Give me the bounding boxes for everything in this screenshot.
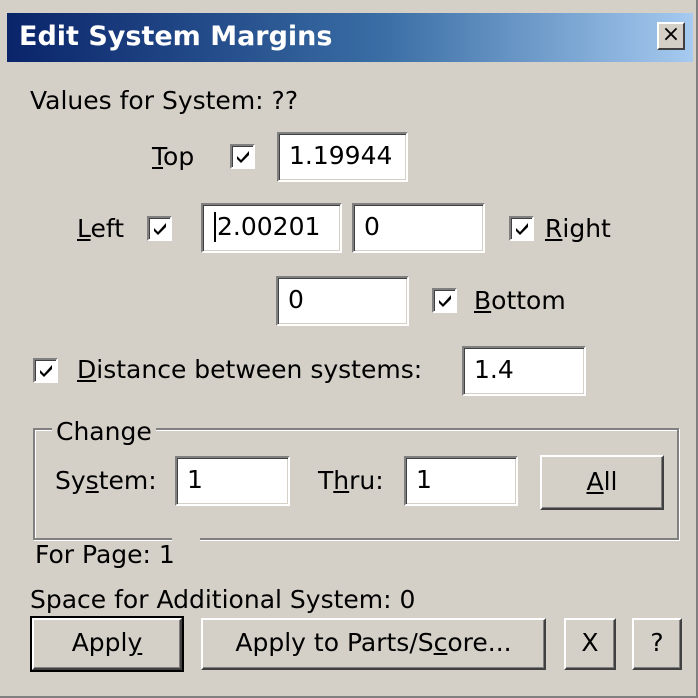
apply-to-parts-score-button[interactable]: Apply to Parts/Score... xyxy=(201,618,546,670)
title-bar[interactable]: Edit System Margins × xyxy=(7,13,693,62)
edit-system-margins-dialog: Edit System Margins × Values for System:… xyxy=(0,0,698,698)
bottom-checkbox[interactable] xyxy=(432,288,457,313)
values-for-system-label: Values for System: xyxy=(30,86,264,115)
for-page-row: For Page: 1 xyxy=(35,538,175,572)
additional-system-value: 0 xyxy=(399,585,416,614)
cancel-button[interactable]: X xyxy=(564,618,616,670)
right-label: Right xyxy=(545,214,611,243)
change-group-legend: Change xyxy=(52,416,156,448)
top-margin-input[interactable]: 1.19944 xyxy=(277,132,408,182)
all-systems-button[interactable]: All xyxy=(540,455,664,510)
group-border-gap xyxy=(172,532,200,546)
distance-checkbox[interactable] xyxy=(33,358,58,383)
checkmark-icon xyxy=(439,295,451,307)
for-page-value: 1 xyxy=(158,540,175,569)
top-checkbox[interactable] xyxy=(230,144,255,169)
distance-between-systems-input[interactable]: 1.4 xyxy=(462,346,586,396)
help-button[interactable]: ? xyxy=(632,618,682,670)
text-caret xyxy=(214,212,216,242)
right-margin-input[interactable]: 0 xyxy=(352,203,485,253)
values-for-system-row: Values for System: ?? xyxy=(30,84,298,118)
system-thru-input[interactable]: 1 xyxy=(404,456,518,506)
top-label: Top xyxy=(152,142,195,171)
right-checkbox[interactable] xyxy=(509,216,534,241)
left-checkbox[interactable] xyxy=(147,216,172,241)
bottom-margin-input[interactable]: 0 xyxy=(276,276,409,326)
checkmark-icon xyxy=(516,223,528,235)
checkmark-icon xyxy=(154,223,166,235)
additional-system-label: Space for Additional System: xyxy=(30,585,392,614)
checkmark-icon xyxy=(237,151,249,163)
additional-system-row: Space for Additional System: 0 xyxy=(30,583,415,617)
thru-label: Thru: xyxy=(318,466,384,495)
close-icon: × xyxy=(661,22,681,47)
left-label: Left xyxy=(77,214,125,243)
checkmark-icon xyxy=(40,365,52,377)
distance-label: Distance between systems: xyxy=(77,355,423,384)
left-margin-input[interactable]: 2.00201 xyxy=(201,203,342,253)
apply-button[interactable]: Apply xyxy=(30,616,184,672)
bottom-label: Bottom xyxy=(474,286,566,315)
values-for-system-value: ?? xyxy=(271,86,299,115)
close-button[interactable]: × xyxy=(657,22,685,50)
for-page-label: For Page: xyxy=(35,540,151,569)
system-label: System: xyxy=(55,466,157,495)
system-from-input[interactable]: 1 xyxy=(175,456,290,506)
dialog-title: Edit System Margins xyxy=(19,21,333,52)
